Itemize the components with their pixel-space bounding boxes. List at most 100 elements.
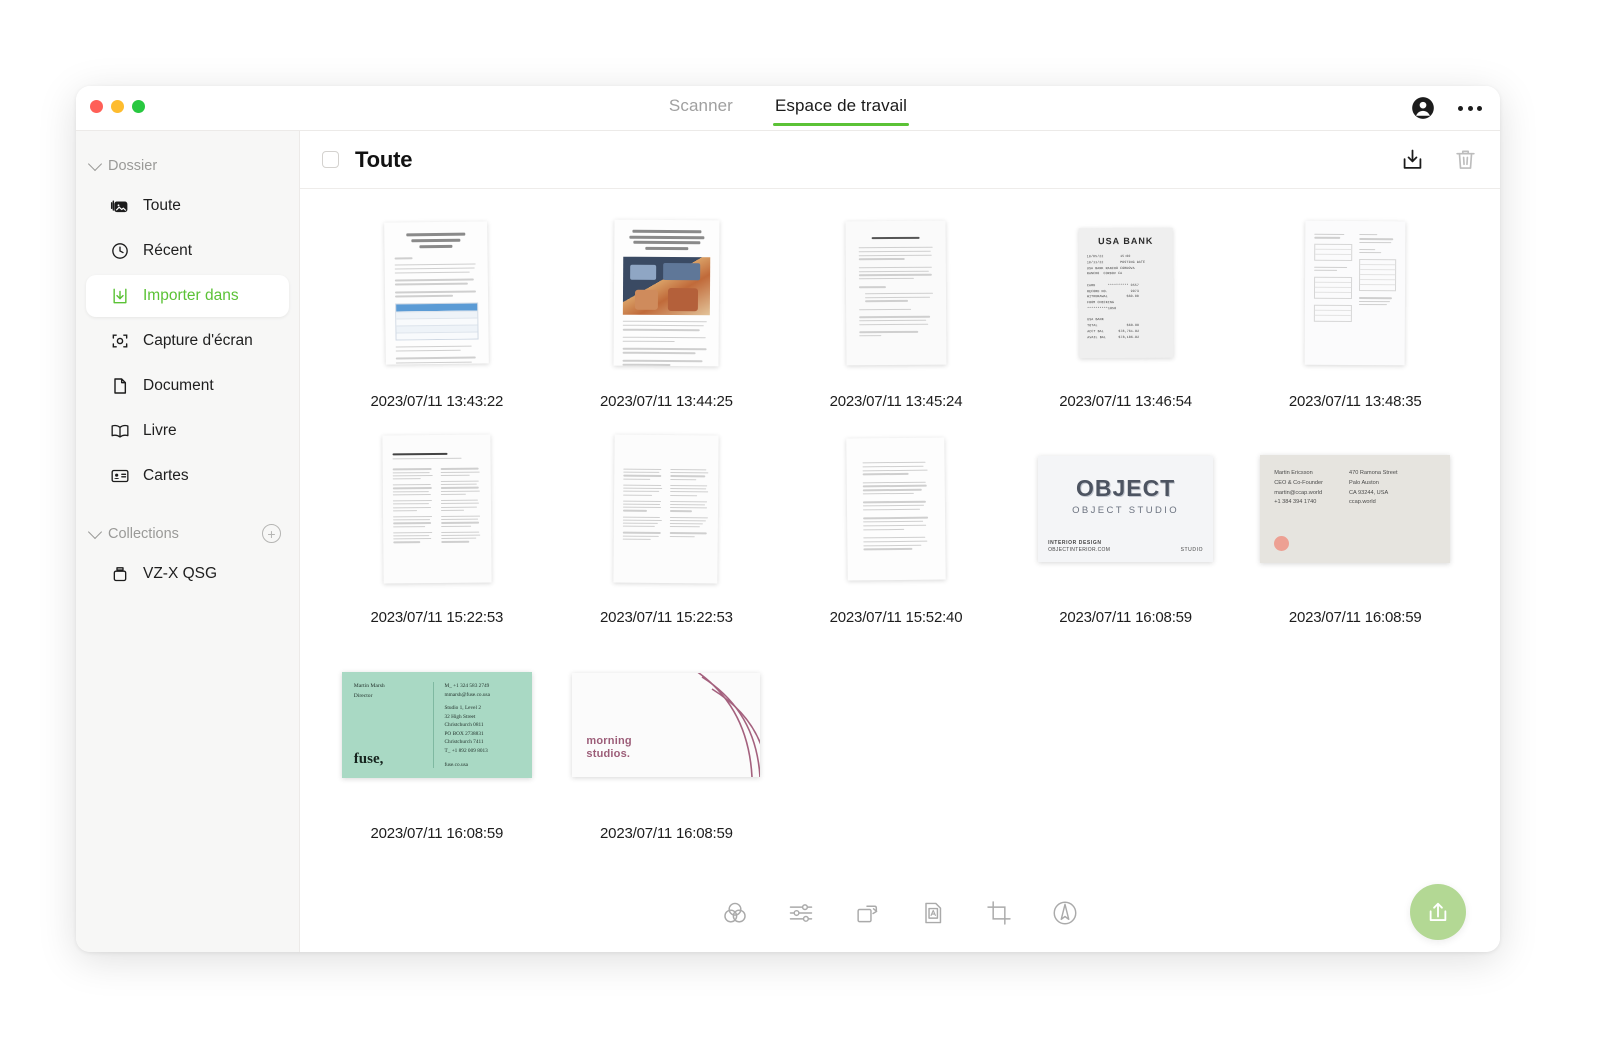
page-title: Toute [355, 146, 413, 172]
sidebar-item-toute[interactable]: Toute [86, 185, 289, 227]
sidebar-item-label: Capture d'écran [143, 332, 253, 349]
sidebar: Dossier Toute Récent Importer dans Captu… [76, 131, 300, 952]
grid-item[interactable]: 2023/07/11 15:22:53 [322, 433, 552, 635]
thumbnail-grid-container: 2023/07/11 13:43:22 2023/07/11 13:44:25 … [300, 189, 1500, 878]
adjust-tool[interactable] [787, 899, 815, 932]
crop-tool[interactable] [985, 899, 1013, 932]
contact-card-icon [110, 466, 130, 486]
thumbnail-grid: 2023/07/11 13:43:22 2023/07/11 13:44:25 … [322, 217, 1470, 851]
document-icon [110, 376, 130, 396]
fuse-card-url: fuse.co.usa [444, 762, 469, 768]
sidebar-group-label: Collections [108, 526, 179, 542]
item-caption: 2023/07/11 13:48:35 [1288, 392, 1422, 410]
item-caption: 2023/07/11 15:22:53 [370, 608, 504, 626]
annotate-tool[interactable] [1051, 899, 1079, 932]
import-download-icon [110, 286, 130, 306]
ocr-tool[interactable] [919, 899, 947, 932]
grid-item[interactable]: 2023/07/11 13:43:22 [322, 217, 552, 419]
grid-item[interactable]: OBJECT OBJECT STUDIO INTERIOR DESIGN OBJ… [1011, 433, 1241, 635]
sidebar-group-dossier[interactable]: Dossier [76, 153, 299, 179]
ccap-card-dot [1274, 536, 1290, 551]
sidebar-group-collections[interactable]: Collections + [76, 521, 299, 547]
sidebar-item-cartes[interactable]: Cartes [86, 455, 289, 497]
bottom-toolbar [300, 878, 1500, 952]
header-actions [1400, 147, 1478, 172]
object-card-logo: OBJECT [1075, 475, 1176, 501]
more-horizontal-icon[interactable] [1458, 105, 1482, 111]
delete-button[interactable] [1453, 147, 1478, 172]
sidebar-item-livre[interactable]: Livre [86, 410, 289, 452]
thumbnail[interactable] [322, 217, 552, 369]
sidebar-item-label: Importer dans [143, 287, 239, 304]
ccap-card-left: Martin Ericsson CEO & Co-Founder martin@… [1274, 470, 1323, 506]
object-card-footer-url: OBJECTINTERIOR.COM [1048, 547, 1111, 553]
export-button[interactable] [1400, 147, 1425, 172]
color-filter-tool[interactable] [721, 899, 749, 932]
thumbnail[interactable] [781, 217, 1011, 369]
share-button[interactable] [1410, 884, 1466, 940]
rotate-tool[interactable] [853, 899, 881, 932]
grid-item[interactable]: morning studios. 2023/07/11 16:08:59 [552, 649, 782, 851]
tab-scanner[interactable]: Scanner [669, 96, 733, 120]
sidebar-item-label: Livre [143, 422, 177, 439]
grid-item[interactable]: Martin Marsh Director fuse, M_ +1 324 58… [322, 649, 552, 851]
thumbnail[interactable]: Martin Ericsson CEO & Co-Founder martin@… [1240, 433, 1470, 585]
photos-stack-icon [110, 196, 130, 216]
sidebar-item-recent[interactable]: Récent [86, 230, 289, 272]
sidebar-item-document[interactable]: Document [86, 365, 289, 407]
plus-circle-icon[interactable]: + [262, 524, 281, 543]
grid-item[interactable]: Martin Ericsson CEO & Co-Founder martin@… [1240, 433, 1470, 635]
tab-espace-de-travail[interactable]: Espace de travail [772, 96, 910, 126]
sidebar-item-label: Récent [143, 242, 193, 259]
title-bar: Scanner Espace de travail [76, 86, 1500, 130]
sidebar-item-label: Toute [143, 197, 181, 214]
grid-item[interactable]: 2023/07/11 13:45:24 [781, 217, 1011, 419]
morning-card-arcs-icon [697, 673, 761, 777]
morning-card-logo-line1: morning [586, 734, 632, 747]
thumbnail[interactable] [552, 433, 782, 585]
item-caption: 2023/07/11 13:44:25 [600, 392, 733, 410]
object-card-sub: OBJECT STUDIO [1072, 505, 1180, 516]
grid-item[interactable]: USA BANK 10/05/22 15:00 10/11/22 POSTING… [1011, 217, 1241, 419]
morning-card-logo-line2: studios. [586, 747, 631, 760]
main-header: Toute [300, 131, 1500, 189]
thumbnail[interactable] [781, 433, 1011, 585]
select-all-checkbox[interactable] [322, 151, 339, 168]
sidebar-item-importer-dans[interactable]: Importer dans [86, 275, 289, 317]
item-caption: 2023/07/11 16:08:59 [370, 824, 504, 842]
account-circle-icon[interactable] [1410, 95, 1436, 121]
chevron-down-icon [87, 156, 103, 172]
grid-item[interactable]: 2023/07/11 15:22:53 [552, 433, 782, 635]
thumbnail[interactable] [1240, 217, 1470, 369]
screenshot-icon [110, 331, 130, 351]
chevron-down-icon [87, 524, 103, 540]
thumbnail[interactable]: morning studios. [552, 649, 782, 801]
sidebar-item-label: VZ-X QSG [143, 565, 218, 582]
item-caption: 2023/07/11 15:52:40 [829, 608, 963, 626]
sidebar-item-capture-decran[interactable]: Capture d'écran [86, 320, 289, 362]
clock-icon [110, 241, 130, 261]
sidebar-group-label: Dossier [108, 158, 158, 174]
thumbnail[interactable]: OBJECT OBJECT STUDIO INTERIOR DESIGN OBJ… [1011, 433, 1241, 585]
item-caption: 2023/07/11 13:46:54 [1059, 392, 1192, 410]
object-card-footer-right: STUDIO [1180, 547, 1204, 553]
thumbnail[interactable]: USA BANK 10/05/22 15:00 10/11/22 POSTING… [1011, 217, 1241, 369]
thumbnail[interactable] [552, 217, 782, 369]
archive-box-icon [110, 564, 130, 584]
fuse-card-left: Martin Marsh Director [353, 683, 385, 699]
app-window: Scanner Espace de travail Dossier Toute … [76, 86, 1500, 952]
thumbnail[interactable] [322, 433, 552, 585]
sidebar-item-vz-x-qsg[interactable]: VZ-X QSG [86, 553, 289, 595]
grid-item[interactable]: 2023/07/11 13:44:25 [552, 217, 782, 419]
receipt-header: USA BANK [1097, 235, 1153, 247]
item-caption: 2023/07/11 16:08:59 [600, 824, 733, 842]
grid-item[interactable]: 2023/07/11 15:52:40 [781, 433, 1011, 635]
title-bar-actions [1410, 86, 1482, 130]
grid-item[interactable]: 2023/07/11 13:48:35 [1240, 217, 1470, 419]
thumbnail[interactable]: Martin Marsh Director fuse, M_ +1 324 58… [322, 649, 552, 801]
item-caption: 2023/07/11 13:45:24 [829, 392, 963, 410]
item-caption: 2023/07/11 15:22:53 [600, 608, 733, 626]
main-panel: Toute 2023/07/11 13:43:22 2023/07/11 13:… [300, 131, 1500, 952]
main-tabs: Scanner Espace de travail [76, 86, 1500, 130]
sidebar-nav-dossier: Toute Récent Importer dans Capture d'écr… [76, 185, 299, 497]
